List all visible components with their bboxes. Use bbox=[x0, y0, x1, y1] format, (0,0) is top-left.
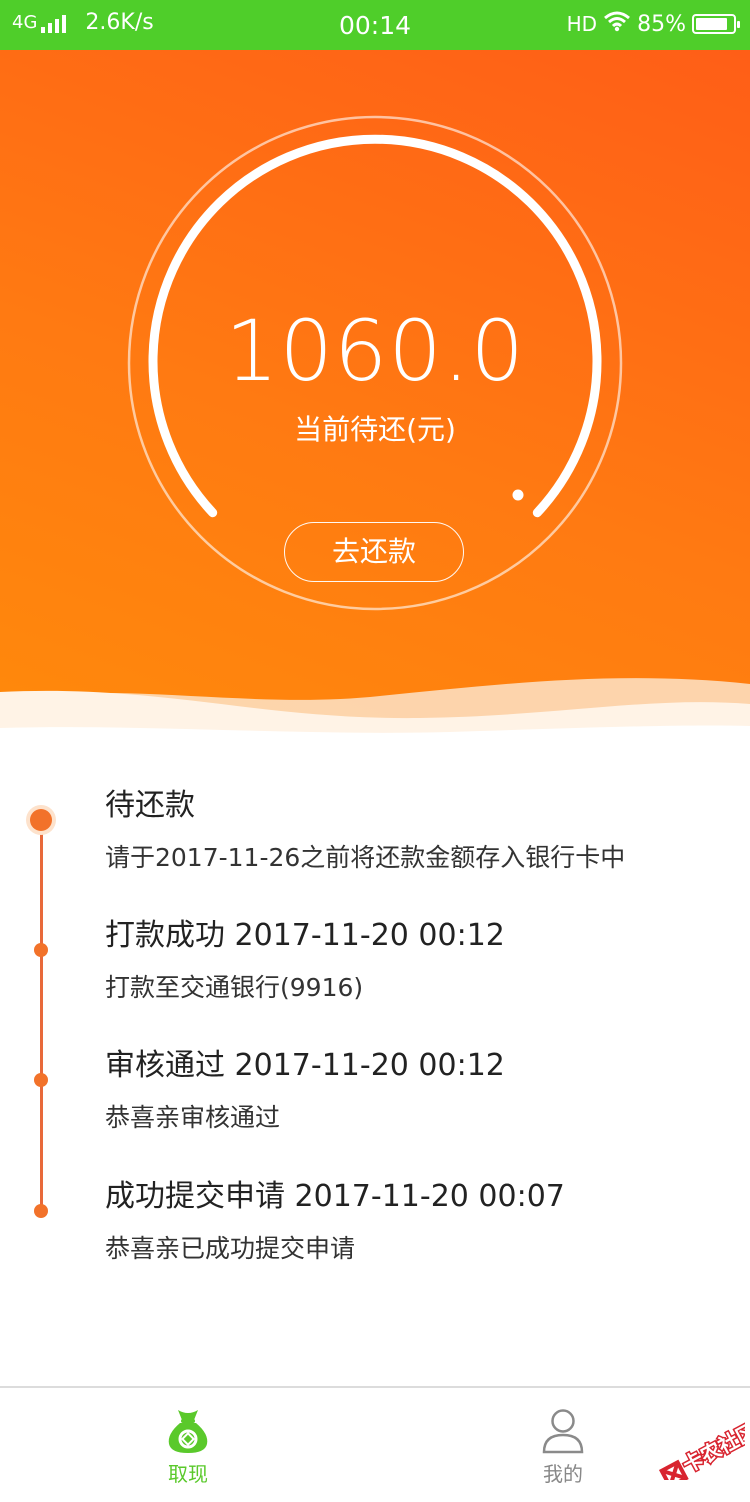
timeline-title: 审核通过 2017-11-20 00:12 bbox=[105, 1048, 505, 1083]
timeline-dot bbox=[34, 1204, 48, 1218]
timeline-desc: 打款至交通银行(9916) bbox=[105, 973, 364, 1002]
bottom-tab-bar: 取现 我的 卡农社区 bbox=[0, 1386, 750, 1502]
battery-percent: 85% bbox=[637, 11, 686, 37]
timeline-item: 待还款 请于2017-11-26之前将还款金额存入银行卡中 bbox=[105, 780, 625, 874]
tab-label: 取现 bbox=[168, 1462, 208, 1486]
timeline-dot-current bbox=[30, 809, 52, 831]
repayment-hero: 1060.0 当前待还(元) 去还款 bbox=[0, 50, 750, 750]
wifi-icon bbox=[603, 10, 631, 38]
battery-icon bbox=[692, 14, 740, 34]
timeline-desc: 请于2017-11-26之前将还款金额存入银行卡中 bbox=[105, 843, 626, 872]
status-bar: 4G 2.6K/s 00:14 HD 85% bbox=[0, 0, 750, 50]
svg-text:卡农社区: 卡农社区 bbox=[679, 1418, 745, 1477]
money-bag-icon bbox=[168, 1410, 208, 1453]
timeline-dot bbox=[34, 1073, 48, 1087]
amount-caption: 当前待还(元) bbox=[294, 413, 456, 446]
tab-cash-withdrawal[interactable]: 取现 bbox=[113, 1388, 263, 1502]
repay-button[interactable]: 去还款 bbox=[284, 522, 464, 582]
tab-label: 我的 bbox=[543, 1462, 583, 1486]
timeline-item: 成功提交申请 2017-11-20 00:07 恭喜亲已成功提交申请 bbox=[105, 1171, 565, 1265]
hd-indicator: HD bbox=[566, 12, 598, 36]
timeline-item: 打款成功 2017-11-20 00:12 打款至交通银行(9916) bbox=[105, 910, 505, 1004]
timeline-title: 成功提交申请 2017-11-20 00:07 bbox=[105, 1179, 565, 1214]
watermark-logo: 卡农社区 bbox=[645, 1408, 745, 1480]
timeline-title: 打款成功 2017-11-20 00:12 bbox=[105, 918, 505, 953]
timeline-title: 待还款 bbox=[105, 788, 195, 823]
status-right: HD 85% bbox=[566, 10, 740, 38]
battery-fill bbox=[696, 18, 727, 30]
timeline-dot bbox=[34, 943, 48, 957]
outstanding-amount: 1060.0 bbox=[225, 302, 525, 400]
user-icon bbox=[542, 1409, 584, 1454]
timeline-item: 审核通过 2017-11-20 00:12 恭喜亲审核通过 bbox=[105, 1040, 505, 1134]
timeline-line bbox=[40, 818, 43, 1214]
progress-ring bbox=[127, 115, 623, 611]
tab-mine[interactable]: 我的 bbox=[488, 1388, 638, 1502]
wave-decoration bbox=[0, 678, 750, 750]
timeline-desc: 恭喜亲审核通过 bbox=[105, 1103, 281, 1132]
timeline-desc: 恭喜亲已成功提交申请 bbox=[105, 1234, 356, 1263]
